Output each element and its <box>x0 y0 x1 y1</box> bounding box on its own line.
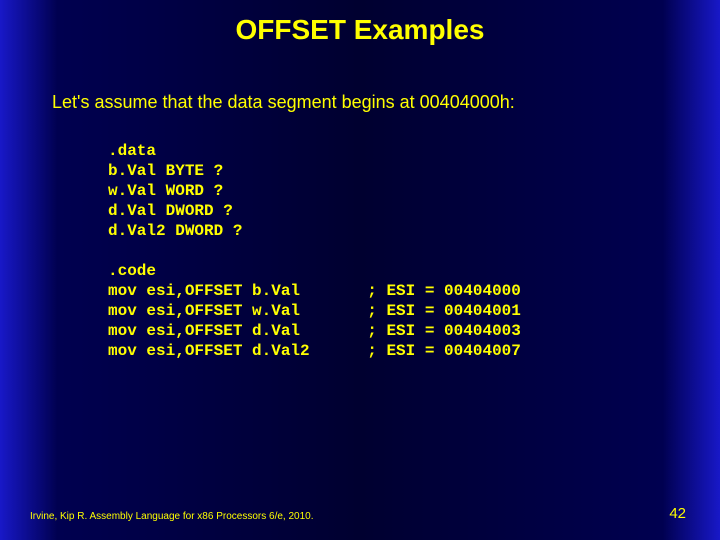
footer-citation: Irvine, Kip R. Assembly Language for x86… <box>30 511 314 522</box>
slide-title: OFFSET Examples <box>0 0 720 46</box>
page-number: 42 <box>669 505 686 522</box>
intro-text: Let's assume that the data segment begin… <box>52 92 720 113</box>
code-block: .data b.Val BYTE ? w.Val WORD ? d.Val DW… <box>108 141 720 361</box>
slide: OFFSET Examples Let's assume that the da… <box>0 0 720 540</box>
